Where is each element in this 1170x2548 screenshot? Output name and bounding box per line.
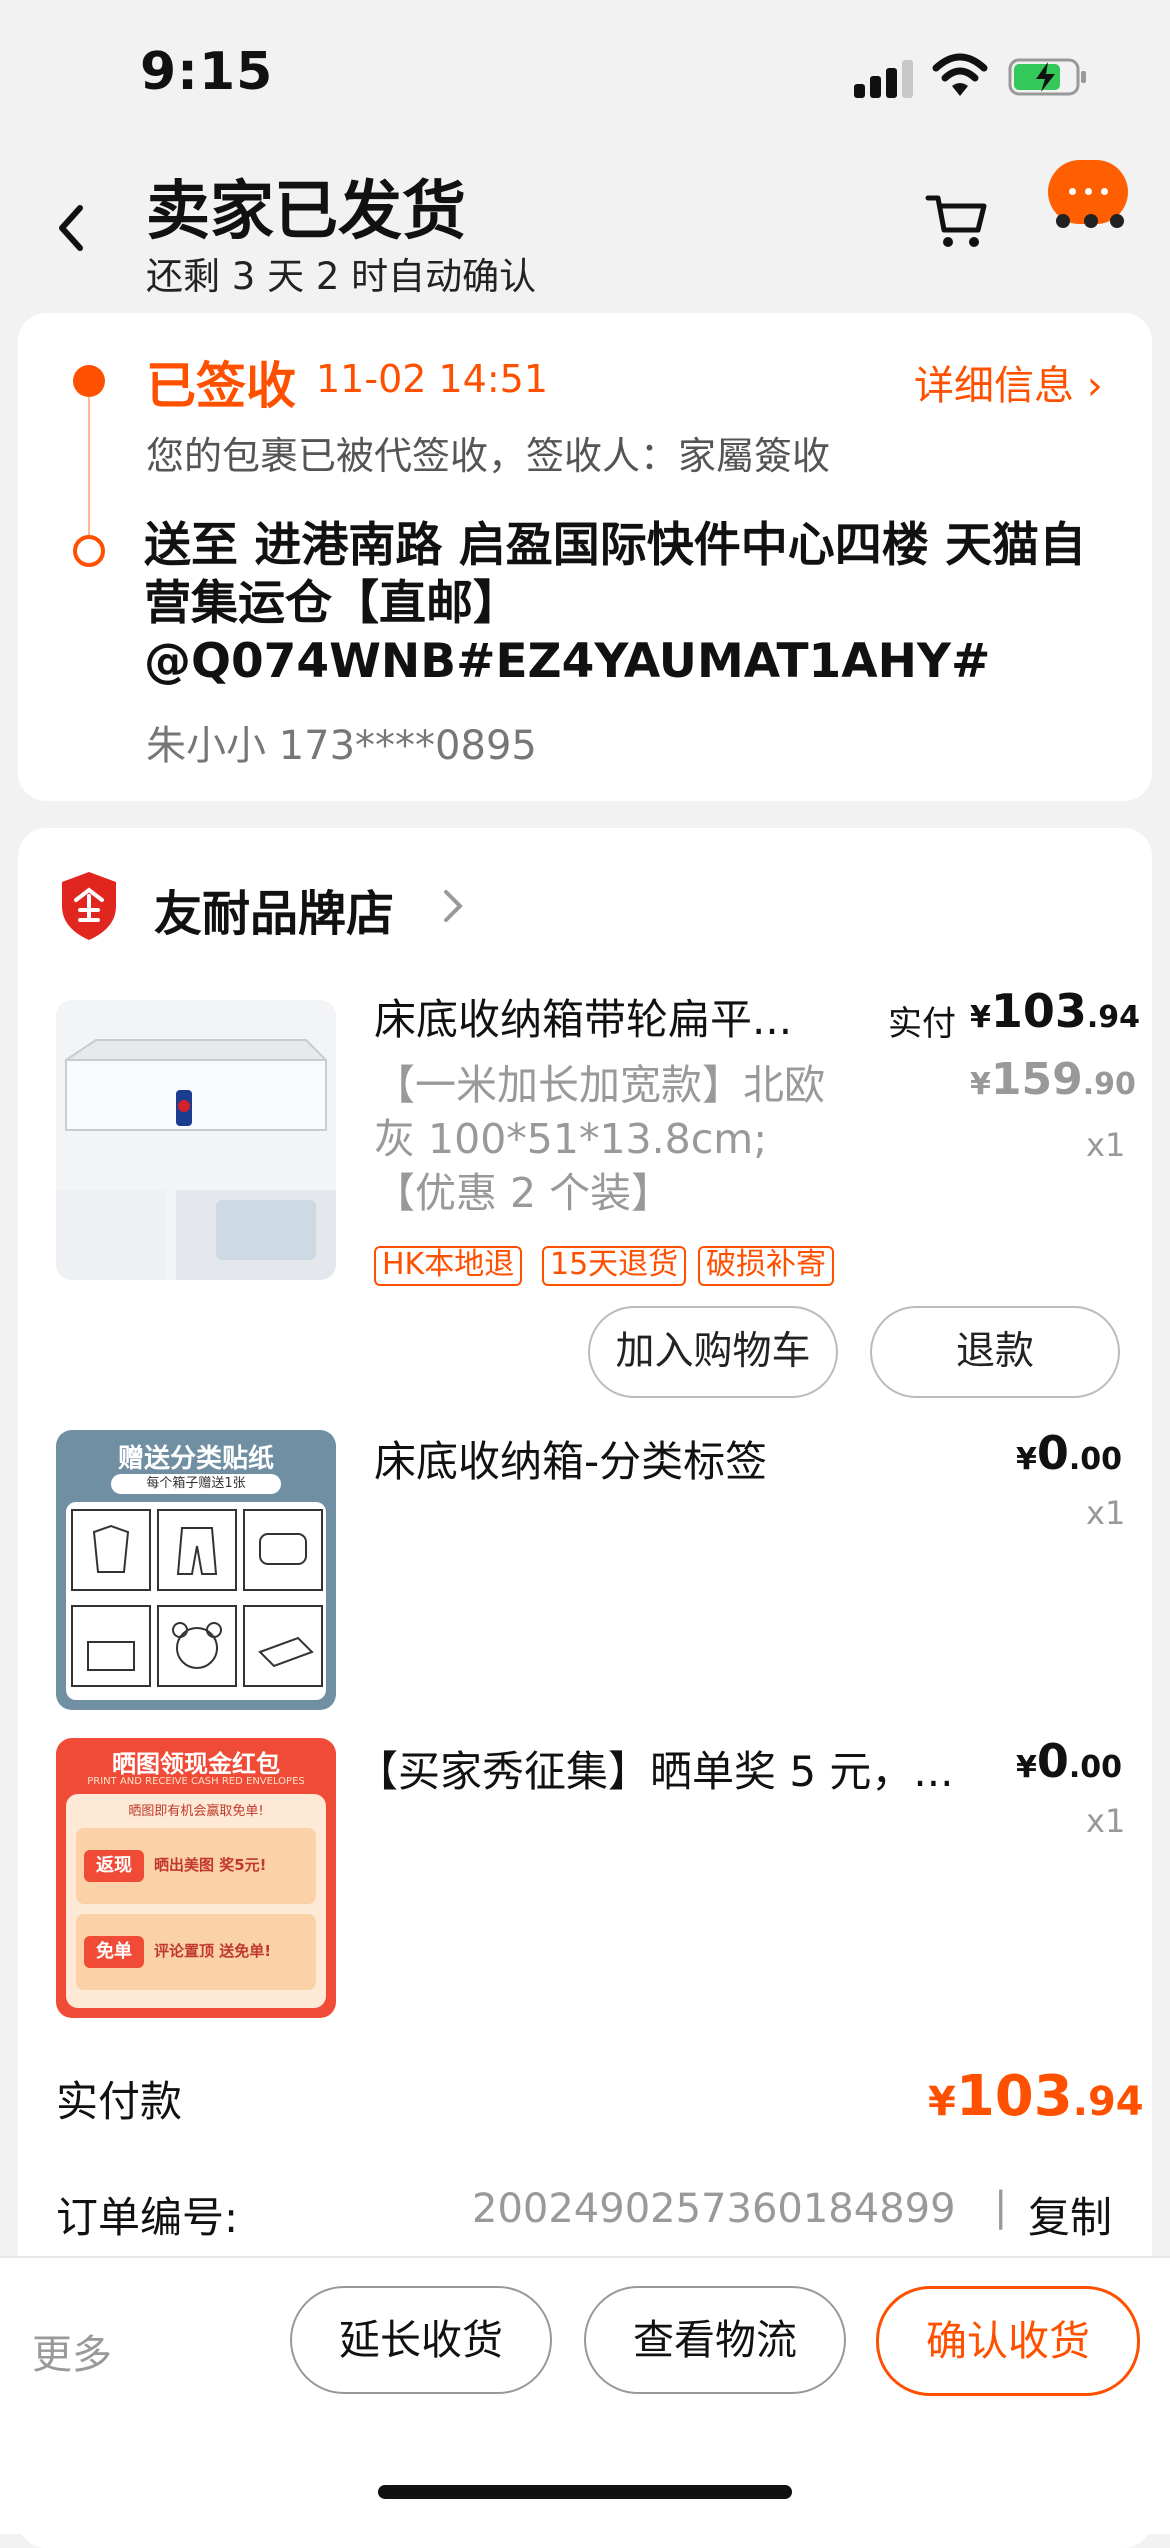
sticker-image-subtitle: 每个箱子赠送1张: [111, 1474, 281, 1494]
back-arrow-icon[interactable]: [50, 198, 90, 258]
item-quantity: x1: [1086, 1126, 1126, 1164]
order-number-label: 订单编号:: [56, 2193, 239, 2242]
promo-text: 晒出美图 奖5元!: [154, 1856, 267, 1874]
paid-amount-label: 实付款: [56, 2077, 183, 2126]
item-title[interactable]: 床底收纳箱-分类标签: [374, 1428, 767, 1489]
promo-badge: 免单: [84, 1936, 144, 1968]
cellular-signal-icon: [854, 58, 914, 98]
header: 卖家已发货 还剩 3 天 2 时自动确认: [0, 150, 1170, 310]
logistics-status: 已签收: [146, 357, 296, 415]
promo-line: 晒图即有机会赢取免单!: [128, 1804, 264, 1819]
item-title[interactable]: 床底收纳箱带轮扁平...: [374, 986, 792, 1047]
receiver-info: 朱小小 173****0895: [146, 723, 537, 769]
timeline-line: [88, 397, 90, 551]
order-number: 2002490257360184899: [472, 2186, 956, 2232]
chevron-right-icon[interactable]: [438, 886, 468, 926]
confirm-receipt-button[interactable]: 确认收货: [876, 2286, 1140, 2396]
promo-panel: 晒图即有机会赢取免单! 返现 晒出美图 奖5元! 免单 评论置顶 送免单!: [66, 1794, 326, 2008]
promo-block-2: 免单 评论置顶 送免单!: [76, 1914, 316, 1990]
product-image[interactable]: 晒图领现金红包 PRINT AND RECEIVE CASH RED ENVEL…: [56, 1738, 336, 2018]
promo-badge: 返现: [84, 1850, 144, 1882]
service-tag: 15天退货: [542, 1246, 687, 1286]
paid-label: 实付: [888, 1004, 956, 1044]
item-price: ¥0.00: [1016, 1734, 1123, 1788]
storage-box-image: [56, 1000, 336, 1280]
item-quantity: x1: [1086, 1494, 1126, 1532]
extend-receipt-button[interactable]: 延长收货: [290, 2286, 552, 2394]
home-indicator[interactable]: [378, 2485, 792, 2499]
original-price: ¥159.90: [970, 1054, 1136, 1105]
auto-confirm-countdown: 还剩 3 天 2 时自动确认: [146, 255, 537, 298]
logistics-description: 您的包裹已被代签收，签收人：家屬簽收: [146, 434, 831, 478]
logistics-time: 11-02 14:51: [316, 357, 549, 401]
delivery-address: 送至 进港南路 启盈国际快件中心四楼 天猫自营集运仓【直邮】@Q074WNB#E…: [144, 518, 1087, 689]
sticker-grid: [66, 1502, 326, 1700]
item-price: ¥103.94: [970, 984, 1141, 1038]
shop-badge-icon: [62, 872, 116, 940]
battery-charging-icon: [1008, 58, 1086, 96]
page-title: 卖家已发货: [146, 175, 466, 249]
product-image[interactable]: 赠送分类贴纸 每个箱子赠送1张: [56, 1430, 336, 1710]
refund-button[interactable]: 退款: [870, 1306, 1120, 1398]
service-tag: HK本地退: [374, 1246, 523, 1286]
status-bar: 9:15: [0, 0, 1170, 150]
item-quantity: x1: [1086, 1802, 1126, 1840]
logistics-detail-link[interactable]: 详细信息 ›: [914, 353, 1103, 411]
status-time: 9:15: [140, 42, 274, 102]
cart-icon[interactable]: [924, 190, 990, 252]
service-tag: 破损补寄: [698, 1246, 834, 1286]
status-dot-icon: [73, 365, 105, 397]
paid-amount: ¥103.94: [928, 2064, 1144, 2129]
promo-image-subtitle: PRINT AND RECEIVE CASH RED ENVELOPES: [87, 1776, 305, 1787]
shop-name[interactable]: 友耐品牌店: [154, 874, 394, 944]
item-sku: 【一米加长加宽款】北欧灰 100*51*13.8cm;【优惠 2 个装】: [374, 1061, 825, 1217]
sticker-image-title: 赠送分类贴纸: [117, 1444, 274, 1474]
wifi-icon: [932, 53, 988, 96]
more-actions-link[interactable]: 更多: [32, 2322, 112, 2380]
address-dot-icon: [73, 535, 105, 567]
logistics-card: 已签收 11-02 14:51 详细信息 › 您的包裹已被代签收，签收人：家屬簽…: [18, 313, 1152, 801]
divider: |: [994, 2184, 1008, 2230]
promo-image-title: 晒图领现金红包: [112, 1750, 280, 1778]
promo-block-1: 返现 晒出美图 奖5元!: [76, 1828, 316, 1904]
copy-order-number-button[interactable]: 复制: [1028, 2184, 1112, 2245]
item-price: ¥0.00: [1016, 1426, 1123, 1480]
promo-text: 评论置顶 送免单!: [154, 1942, 272, 1960]
item-title[interactable]: 【买家秀征集】晒单奖 5 元，...: [356, 1738, 953, 1799]
bottom-action-bar: 更多 延长收货 查看物流 确认收货: [0, 2256, 1170, 2534]
add-to-cart-button[interactable]: 加入购物车: [588, 1306, 838, 1398]
product-image[interactable]: [56, 1000, 336, 1280]
view-logistics-button[interactable]: 查看物流: [584, 2286, 846, 2394]
